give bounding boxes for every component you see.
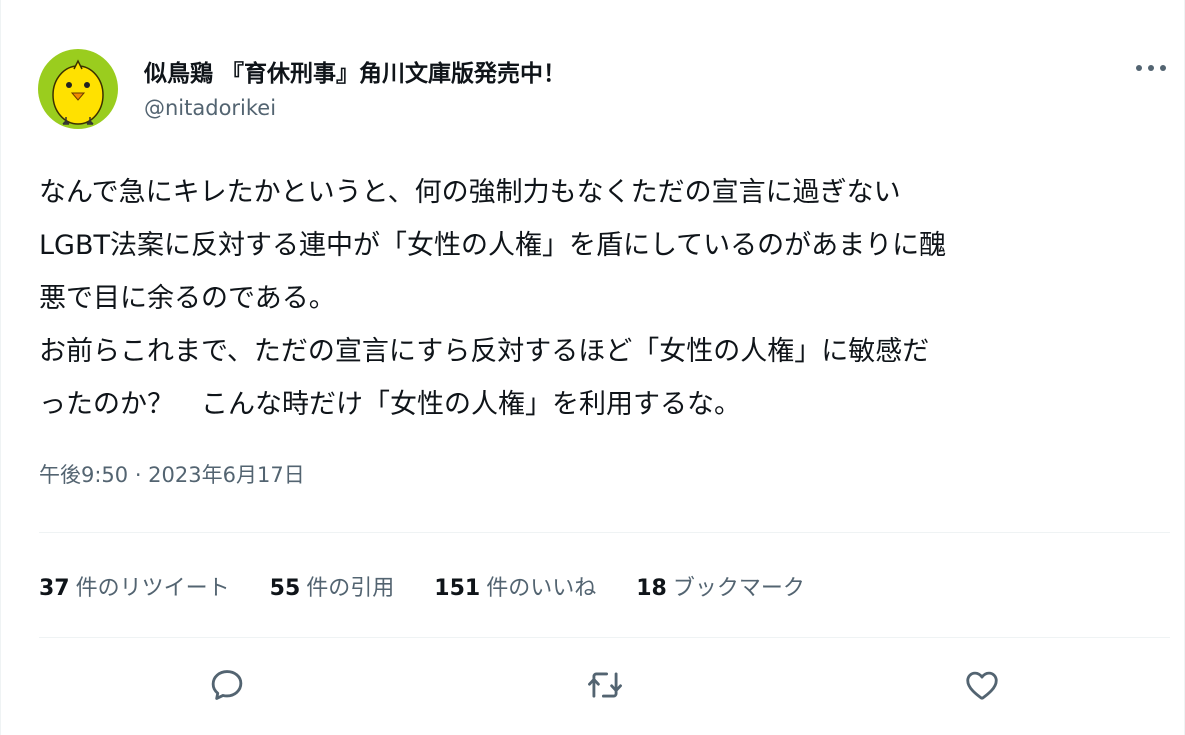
tweet-timestamp[interactable]: 午後9:50 · 2023年6月17日	[39, 459, 305, 489]
heart-icon	[966, 671, 998, 700]
quote-count-value: 55	[269, 576, 301, 601]
divider	[39, 532, 1170, 533]
quote-count-label: 件の引用	[306, 576, 395, 601]
engagement-stats: 37 件のリツイート 55 件の引用 151 件のいいね 18 ブックマーク	[39, 566, 845, 606]
tweet-text: なんで急にキレたかというと、何の強制力もなくただの宣言に過ぎない LGBT法案に…	[39, 166, 1179, 431]
bookmark-count-label: ブックマーク	[672, 576, 805, 601]
tweet-line: お前らこれまで、ただの宣言にすら反対するほど「女性の人権」に敏感だ	[39, 336, 930, 367]
more-dots-icon	[1136, 65, 1166, 71]
like-button[interactable]	[961, 664, 1003, 706]
more-options-button[interactable]	[1129, 56, 1173, 80]
retweet-count[interactable]: 37 件のリツイート	[39, 570, 230, 602]
retweet-count-value: 37	[39, 576, 70, 601]
author-handle[interactable]: @nitadorikei	[144, 96, 276, 120]
like-count-value: 151	[434, 576, 481, 601]
author-avatar[interactable]	[38, 49, 118, 129]
chick-avatar-icon	[38, 49, 118, 129]
tweet-line: なんで急にキレたかというと、何の強制力もなくただの宣言に過ぎない	[39, 177, 901, 208]
like-count[interactable]: 151 件のいいね	[434, 570, 596, 602]
divider	[39, 637, 1170, 638]
like-count-label: 件のいいね	[486, 576, 597, 601]
tweet-detail: 似鳥鶏 『育休刑事』角川文庫版発売中！ @nitadorikei なんで急にキレ…	[0, 0, 1185, 735]
quote-count[interactable]: 55 件の引用	[270, 570, 395, 602]
retweet-icon	[588, 672, 622, 698]
bookmark-count[interactable]: 18 ブックマーク	[636, 570, 805, 602]
tweet-line: 悪で目に余るのである。	[39, 283, 336, 314]
reply-icon	[211, 670, 243, 700]
retweet-button[interactable]	[584, 664, 626, 706]
author-name[interactable]: 似鳥鶏 『育休刑事』角川文庫版発売中！	[144, 54, 566, 88]
retweet-count-label: 件のリツイート	[75, 576, 230, 601]
bookmark-count-value: 18	[636, 576, 667, 601]
tweet-line: LGBT法案に反対する連中が「女性の人権」を盾にしているのがあまりに醜	[39, 230, 947, 261]
tweet-line: ったのか？ こんな時だけ「女性の人権」を利用するな。	[39, 389, 741, 420]
reply-button[interactable]	[206, 664, 248, 706]
